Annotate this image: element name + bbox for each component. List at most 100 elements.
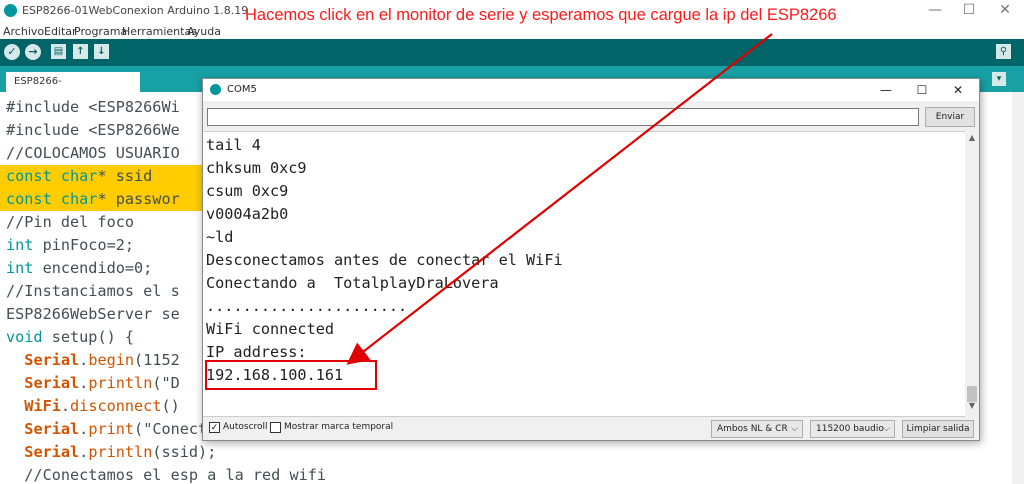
- serial-monitor-window: COM5 — ☐ ✕ Enviar tail 4 chksum 0xc9 csum …: [202, 78, 980, 441]
- serial-output-line: Conectando a TotalplayDraLovera: [206, 274, 499, 292]
- code-token: WiFi: [24, 397, 61, 415]
- new-sketch-icon[interactable]: ▤: [51, 44, 66, 59]
- tab-sketch[interactable]: ESP8266-01WebConexion: [6, 72, 140, 107]
- code-line: ESP8266WebServer se: [0, 303, 180, 326]
- open-sketch-icon[interactable]: ↑: [73, 44, 88, 59]
- code-token: .: [60, 397, 71, 415]
- code-token: #include <ESP8266Wi: [6, 98, 180, 116]
- arduino-app-icon: [210, 84, 221, 95]
- timestamp-label: Mostrar marca temporal: [284, 422, 394, 432]
- baud-rate-select[interactable]: 115200 baudio ⌵: [810, 420, 895, 438]
- scroll-up-arrow-icon[interactable]: ▲: [965, 133, 979, 145]
- editor-scrollbar[interactable]: [1012, 92, 1024, 484]
- code-token: ("D: [152, 374, 180, 392]
- close-button[interactable]: ✕: [988, 0, 1022, 22]
- serial-output: tail 4 chksum 0xc9 csum 0xc9 v0004a2b0 ~ld De…: [203, 131, 979, 417]
- menu-ayuda[interactable]: Ayuda: [187, 25, 221, 38]
- code-token: Serial: [24, 443, 80, 461]
- tab-menu-chevron-icon[interactable]: ▾: [992, 72, 1006, 86]
- autoscroll-checkbox[interactable]: ✓: [209, 422, 220, 433]
- scroll-thumb[interactable]: [967, 386, 977, 402]
- code-token: (ssid);: [152, 443, 217, 461]
- code-token: Serial: [24, 351, 80, 369]
- menu-editar[interactable]: Editar: [44, 25, 77, 38]
- serial-window-title: COM5: [227, 84, 257, 95]
- code-token: * passwor: [97, 190, 180, 208]
- arduino-app-icon: [4, 4, 17, 17]
- annotation-text: Hacemos click en el monitor de serie y e…: [245, 6, 837, 24]
- minimize-button[interactable]: —: [918, 0, 952, 22]
- code-token: const char: [6, 190, 98, 208]
- code-token: int: [6, 236, 34, 254]
- code-line: const char* ssid: [0, 165, 208, 188]
- code-token: print: [88, 420, 135, 438]
- chevron-down-icon: ⌵: [791, 424, 798, 434]
- serial-output-line: ......................: [206, 297, 408, 315]
- send-input[interactable]: [207, 108, 919, 126]
- maximize-button[interactable]: ☐: [952, 0, 986, 22]
- code-line: #include <ESP8266Wi: [0, 96, 180, 119]
- serial-output-line: Desconectamos antes de conectar el WiFi: [206, 251, 563, 269]
- scroll-down-arrow-icon[interactable]: ▼: [965, 401, 979, 413]
- code-line: void setup() {: [0, 326, 134, 349]
- code-token: println: [88, 443, 153, 461]
- serial-minimize-button[interactable]: —: [871, 81, 901, 99]
- code-line: //Conectamos el esp a la red wifi: [0, 464, 326, 484]
- code-token: .: [79, 351, 89, 369]
- serial-output-line: ~ld: [206, 228, 234, 246]
- code-token: .: [79, 374, 89, 392]
- code-line: //Instanciamos el s: [0, 280, 180, 303]
- code-line: Serial.println("D: [0, 372, 180, 395]
- code-token: //Conectamos el esp a la red wifi: [6, 466, 327, 484]
- clear-output-button[interactable]: Limpiar salida: [902, 420, 974, 438]
- code-token: .: [79, 443, 89, 461]
- code-line: WiFi.disconnect(): [0, 395, 180, 418]
- code-token: begin: [88, 351, 135, 369]
- code-token: setup() {: [42, 328, 135, 346]
- code-token: (): [161, 397, 180, 415]
- code-token: void: [6, 328, 43, 346]
- code-line: int encendido=0;: [0, 257, 152, 280]
- autoscroll-label: Autoscroll: [223, 422, 268, 432]
- ip-highlight-box: [205, 360, 377, 390]
- menu-programa[interactable]: Programa: [74, 25, 127, 38]
- menu-herramientas[interactable]: Herramientas: [122, 25, 197, 38]
- toolbar: ✓ → ▤ ↑ ↓ ⚲: [0, 39, 1024, 66]
- code-token: println: [88, 374, 153, 392]
- code-line: Serial.println(ssid);: [0, 441, 216, 464]
- serial-monitor-icon[interactable]: ⚲: [996, 44, 1011, 59]
- code-token: pinFoco=2;: [33, 236, 135, 254]
- timestamp-checkbox[interactable]: [270, 422, 281, 433]
- send-button[interactable]: Enviar: [925, 107, 975, 127]
- serial-output-line: tail 4: [206, 136, 261, 154]
- code-token: .: [79, 420, 89, 438]
- verify-icon[interactable]: ✓: [4, 44, 20, 60]
- code-token: //COLOCAMOS USUARIO: [6, 144, 180, 162]
- line-ending-value: Ambos NL & CR: [717, 424, 788, 434]
- serial-maximize-button[interactable]: ☐: [907, 81, 937, 99]
- serial-scrollbar[interactable]: [965, 131, 979, 417]
- code-token: const char: [6, 167, 98, 185]
- code-token: #include <ESP8266We: [6, 121, 180, 139]
- code-token: (1152: [134, 351, 180, 369]
- code-token: //Pin del foco: [6, 213, 135, 231]
- code-token: Serial: [24, 420, 80, 438]
- baud-rate-value: 115200 baudio: [816, 424, 884, 434]
- serial-output-line: WiFi connected: [206, 320, 335, 338]
- save-sketch-icon[interactable]: ↓: [94, 44, 109, 59]
- serial-close-button[interactable]: ✕: [943, 81, 973, 99]
- upload-icon[interactable]: →: [25, 44, 41, 60]
- window-title: ESP8266-01WebConexion Arduino 1.8.19: [22, 4, 249, 17]
- code-line: int pinFoco=2;: [0, 234, 134, 257]
- line-ending-select[interactable]: Ambos NL & CR ⌵: [711, 420, 803, 438]
- serial-output-line: csum 0xc9: [206, 182, 289, 200]
- serial-output-line: chksum 0xc9: [206, 159, 307, 177]
- chevron-down-icon: ⌵: [883, 424, 890, 434]
- code-token: * ssid: [97, 167, 153, 185]
- menu-archivo[interactable]: Archivo: [3, 25, 44, 38]
- code-line: Serial.begin(1152: [0, 349, 180, 372]
